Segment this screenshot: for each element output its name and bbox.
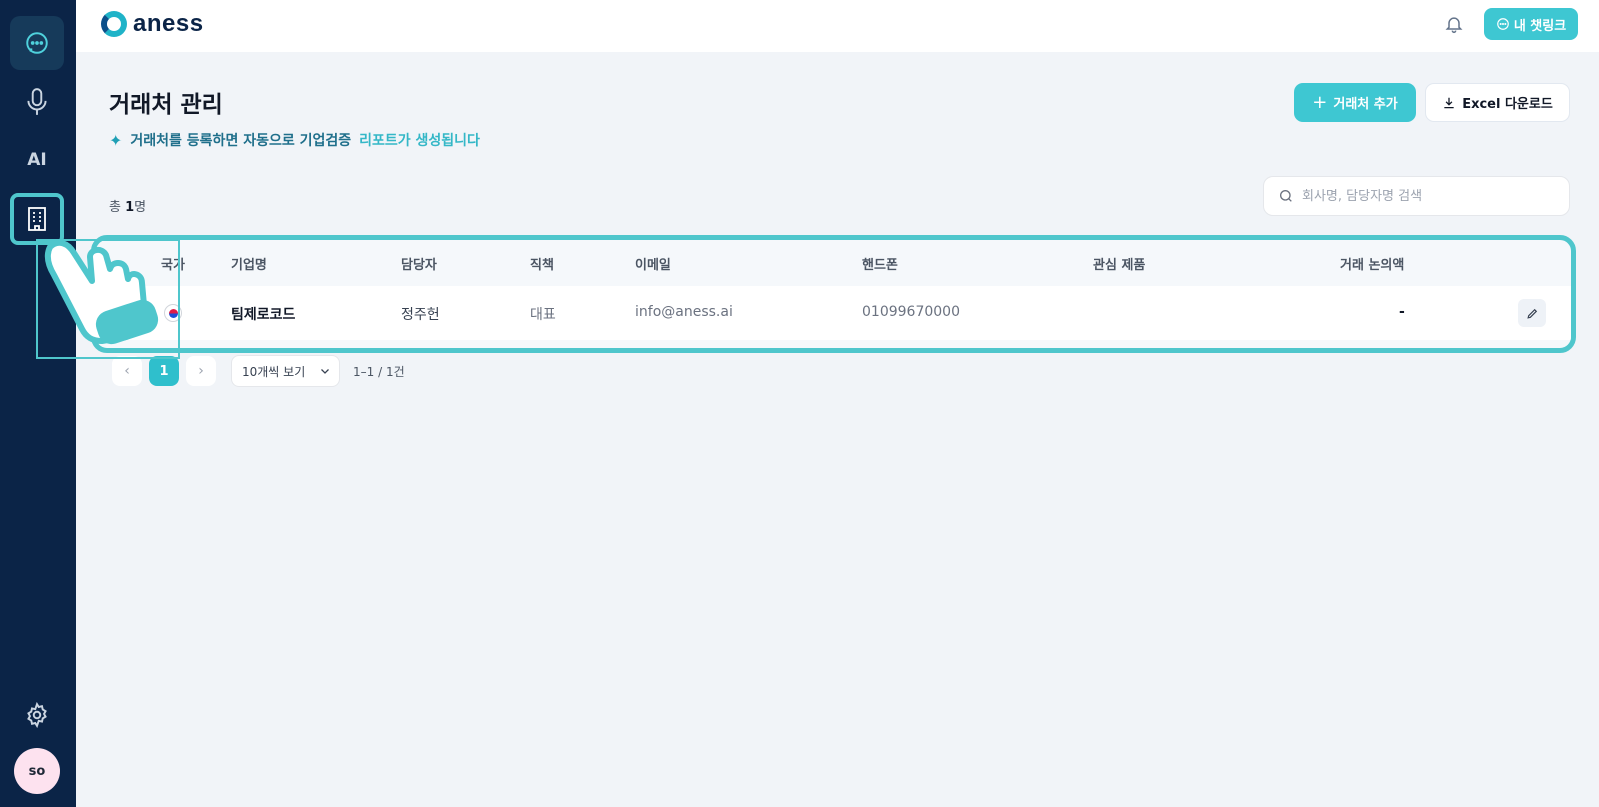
chevron-right-icon: › [198,363,204,379]
page-range: 1–1 / 1건 [353,365,405,379]
avatar[interactable]: so [14,748,60,794]
excel-download-button[interactable]: Excel 다운로드 [1425,83,1570,122]
sidebar-item-settings[interactable] [10,690,64,740]
cell-email: info@aness.ai [635,304,733,320]
add-partner-label: 거래처 추가 [1333,97,1398,112]
sidebar-item-chat[interactable] [10,16,64,70]
column-product[interactable]: 관심 제품 [1093,254,1145,273]
top-bar: aness 내 챗링크 [76,0,1599,52]
total-suffix: 명 [134,200,147,215]
excel-download-label: Excel 다운로드 [1462,97,1553,112]
prev-page-button[interactable]: ‹ [112,356,142,386]
edit-button[interactable] [1518,299,1546,327]
search-input[interactable] [1302,188,1552,204]
chevron-left-icon: ‹ [124,363,130,379]
microphone-icon [27,88,47,115]
pencil-icon [1526,308,1537,319]
page-size-value: 10개씩 보기 [242,364,306,379]
partners-table: 국가 기업명 담당자 직책 이메일 핸드폰 관심 제품 거래 논의액 팀제로코드… [91,235,1576,353]
cell-amount: - [1399,304,1405,320]
sparkle-icon: ✦ [109,130,123,150]
gear-icon [27,702,47,728]
column-amount[interactable]: 거래 논의액 [1340,254,1404,273]
bell-icon [1445,17,1463,34]
column-position[interactable]: 직책 [530,254,554,273]
cell-contact: 정주헌 [401,307,440,323]
total-number: 1 [125,200,135,215]
logo-mark [101,11,127,37]
logo-text: aness [133,10,204,37]
plus-icon: + [1312,91,1328,113]
pointing-hand-icon [44,239,159,345]
cell-position: 대표 [530,307,556,323]
chat-bubble-icon [1496,18,1509,30]
chat-bubble-icon [26,32,48,54]
table-header: 국가 기업명 담당자 직책 이메일 핸드폰 관심 제품 거래 논의액 [96,240,1571,286]
sidebar-item-ai[interactable]: AI [10,133,64,187]
chevron-down-icon [321,369,329,374]
column-phone[interactable]: 핸드폰 [862,254,898,273]
next-page-button[interactable]: › [186,356,216,386]
sidebar-item-voice[interactable] [10,75,64,129]
column-contact[interactable]: 담당자 [401,254,437,273]
notification-button[interactable] [1444,14,1466,36]
table-row[interactable]: 팀제로코드 정주헌 대표 info@aness.ai 01099670000 - [96,286,1571,340]
column-email[interactable]: 이메일 [635,254,671,273]
page-size-select[interactable]: 10개씩 보기 [231,355,340,387]
cell-company[interactable]: 팀제로코드 [231,304,295,324]
page-1-button[interactable]: 1 [149,356,179,386]
my-chatlink-button[interactable]: 내 챗링크 [1484,8,1578,40]
cell-phone: 01099670000 [862,304,960,320]
add-partner-button[interactable]: + 거래처 추가 [1294,83,1416,122]
sidebar-item-ai-label: AI [27,150,47,170]
subtitle-text-a: 거래처를 등록하면 자동으로 기업검증 [130,133,352,149]
total-count: 총 1명 [109,196,146,215]
column-company[interactable]: 기업명 [231,254,267,273]
subtitle-text-b: 리포트가 생성됩니다 [359,133,480,149]
search-box [1263,176,1570,216]
page-title: 거래처 관리 [109,92,223,118]
total-prefix: 총 [109,200,121,215]
page-subtitle: ✦ 거래처를 등록하면 자동으로 기업검증 리포트가 생성됩니다 [109,130,480,150]
logo[interactable]: aness [101,10,204,38]
download-icon [1444,97,1454,108]
sidebar: AI so [0,0,76,807]
search-icon [1280,190,1292,202]
my-chatlink-label: 내 챗링크 [1513,18,1567,34]
